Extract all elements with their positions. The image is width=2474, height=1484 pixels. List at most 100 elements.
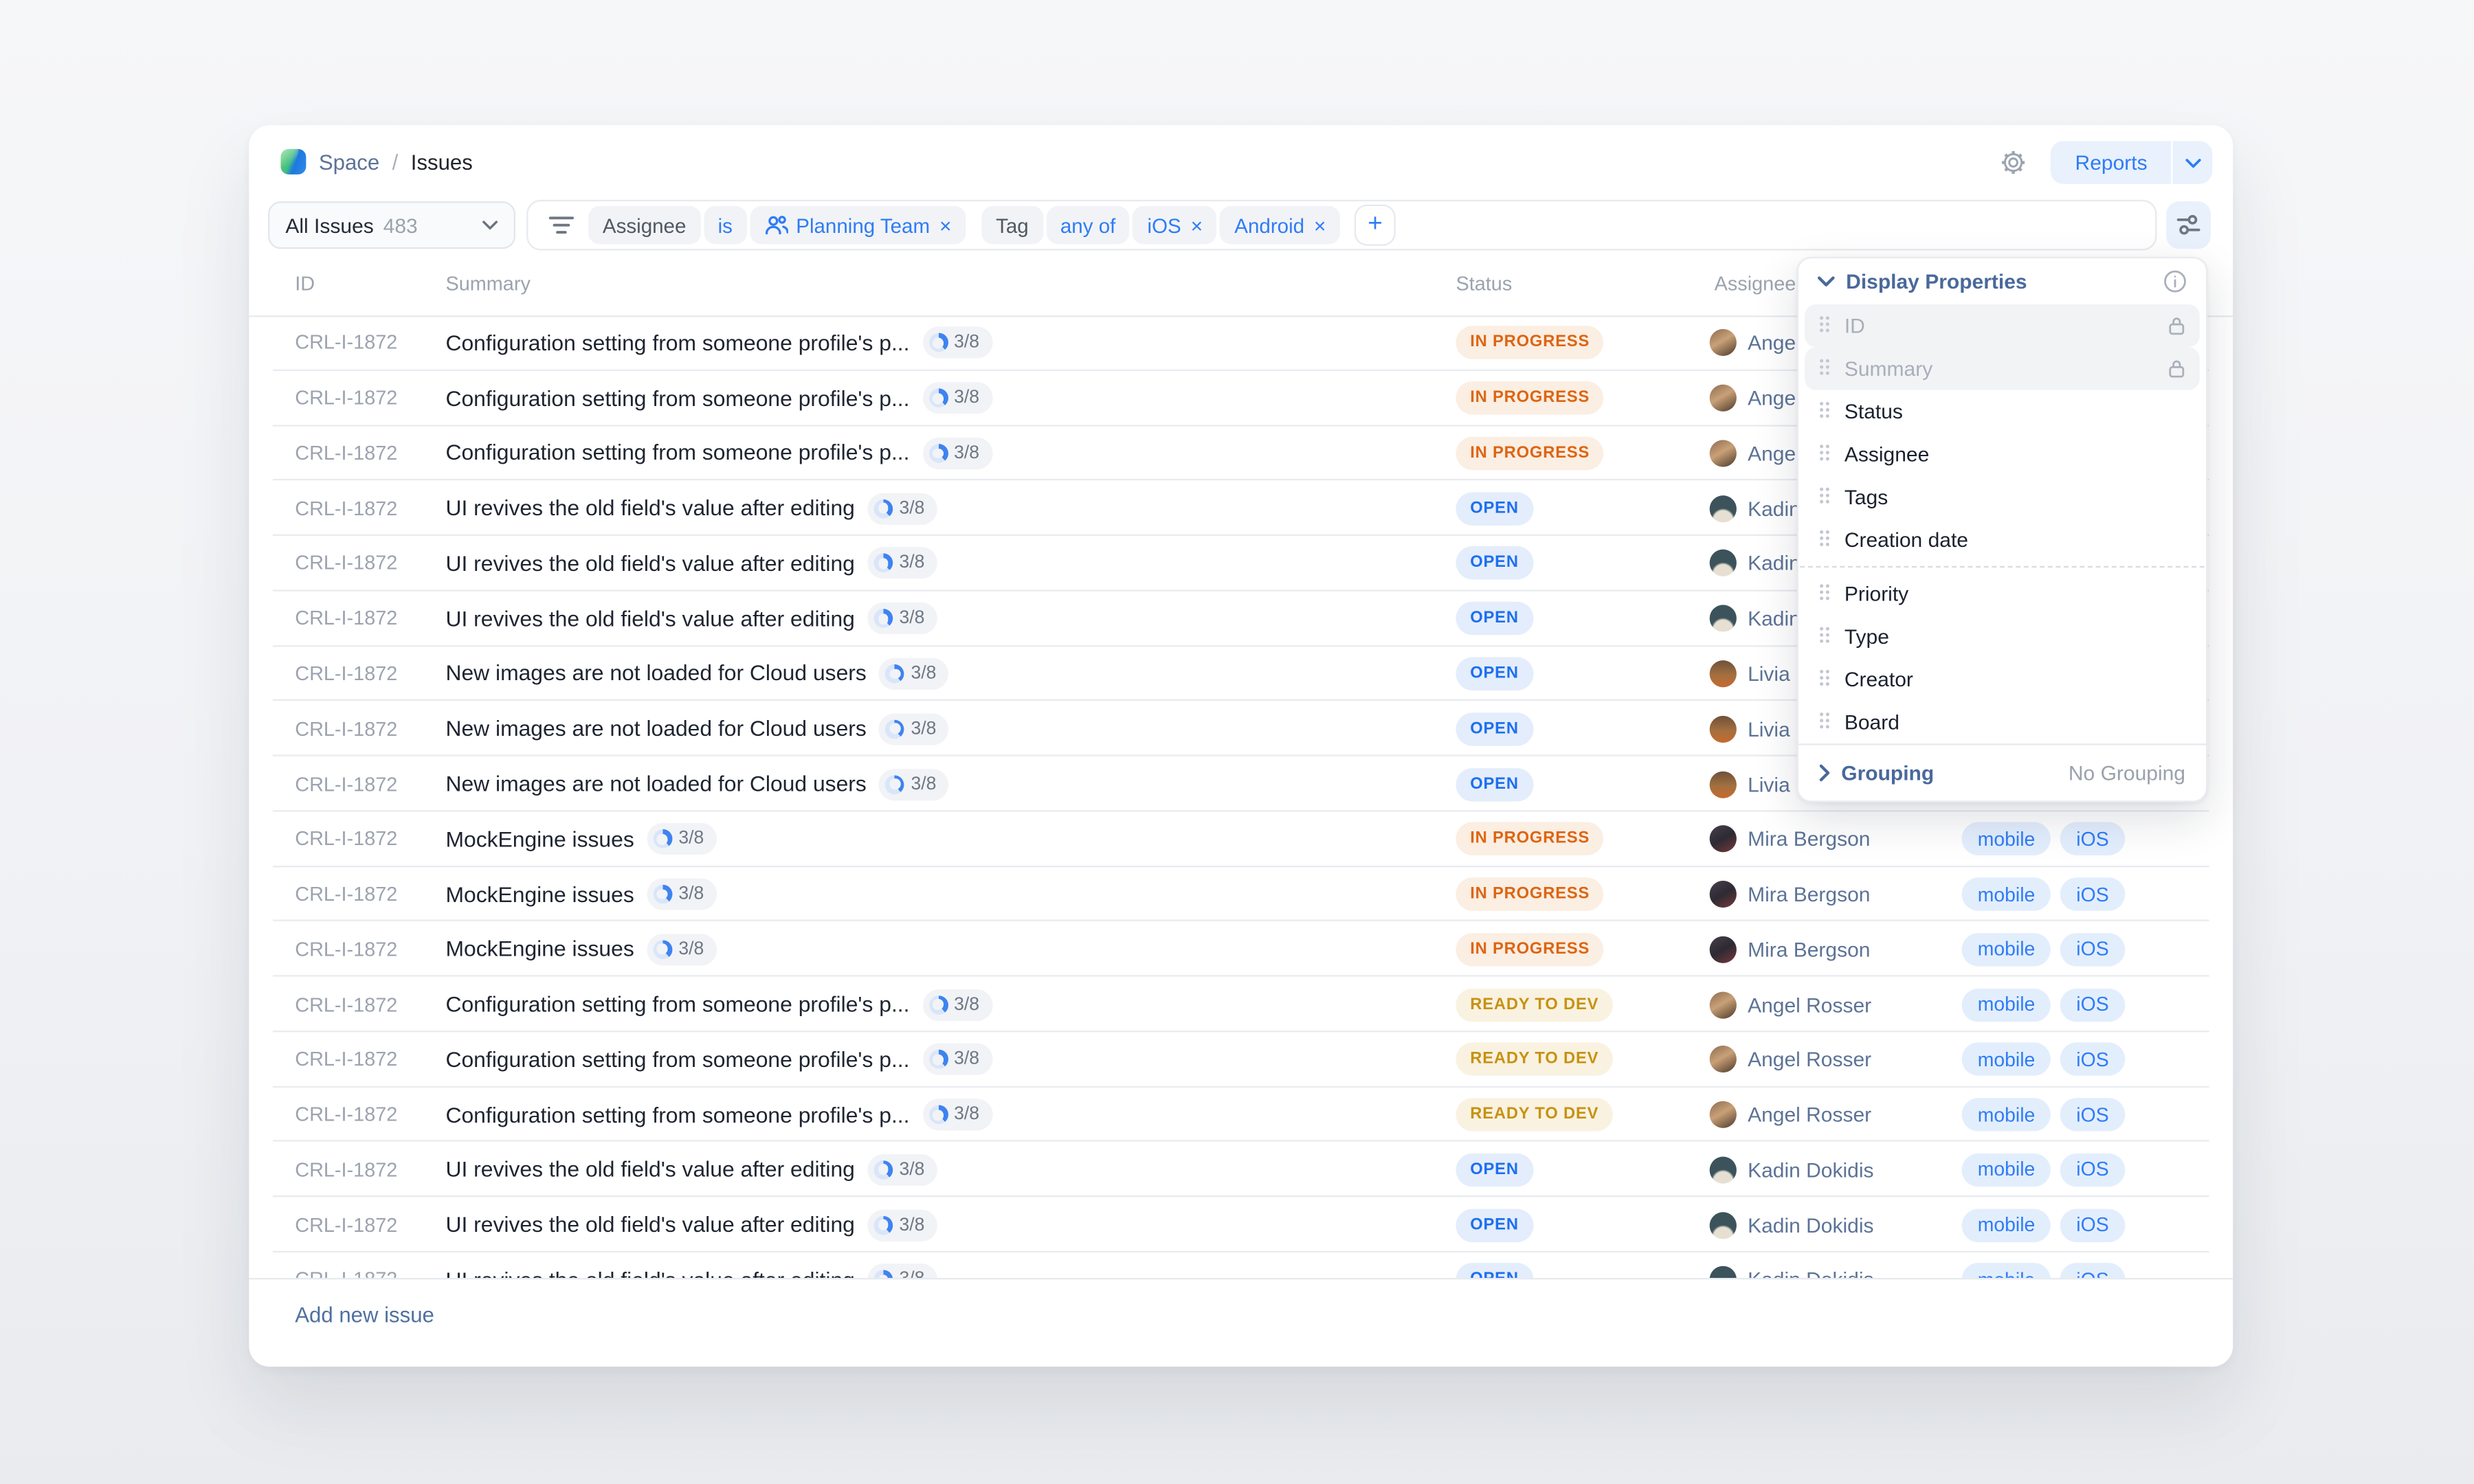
display-property-creator[interactable]: Creator: [1798, 658, 2206, 701]
remove-filter-icon[interactable]: ×: [939, 213, 952, 237]
filter-field-chip[interactable]: Tag: [981, 206, 1043, 244]
table-row[interactable]: CRL-I-1872 UI revives the old field's va…: [249, 1252, 2233, 1278]
tag-pill[interactable]: iOS: [2060, 1154, 2124, 1187]
assignee-cell[interactable]: Mira Bergson: [1710, 936, 1871, 963]
drag-handle-icon[interactable]: [1819, 526, 1830, 554]
tag-pill[interactable]: mobile: [1962, 988, 2051, 1021]
tag-pill[interactable]: mobile: [1962, 822, 2051, 855]
add-filter-button[interactable]: +: [1355, 205, 1396, 246]
drag-handle-icon[interactable]: [1819, 665, 1830, 694]
tag-pill[interactable]: iOS: [2060, 1208, 2124, 1241]
view-select[interactable]: All Issues 483: [268, 201, 515, 249]
table-row[interactable]: CRL-I-1872 Configuration setting from so…: [249, 1032, 2233, 1087]
drag-handle-icon[interactable]: [1819, 622, 1830, 651]
tag-pill[interactable]: mobile: [1962, 877, 2051, 910]
add-new-issue-link[interactable]: Add new issue: [295, 1303, 434, 1327]
table-row[interactable]: CRL-I-1872 Configuration setting from so…: [249, 977, 2233, 1032]
status-badge: OPEN: [1456, 602, 1533, 635]
display-property-tags[interactable]: Tags: [1798, 475, 2206, 518]
reports-button[interactable]: Reports: [2051, 141, 2171, 183]
table-row[interactable]: CRL-I-1872 MockEngine issues 3/8 IN PROG…: [249, 922, 2233, 977]
assignee-name: Angel Rosser: [1748, 1103, 1871, 1127]
status-badge: READY TO DEV: [1456, 988, 1613, 1021]
display-property-label: Creation date: [1845, 528, 1968, 552]
table-row[interactable]: CRL-I-1872 Configuration setting from so…: [249, 1087, 2233, 1142]
grouping-value: No Grouping: [2069, 761, 2185, 785]
table-row[interactable]: CRL-I-1872 MockEngine issues 3/8 IN PROG…: [249, 811, 2233, 866]
drag-handle-icon[interactable]: [1819, 708, 1830, 737]
drag-handle-icon[interactable]: [1819, 397, 1830, 426]
tag-pill[interactable]: mobile: [1962, 1098, 2051, 1131]
tag-pill[interactable]: iOS: [2060, 933, 2124, 966]
assignee-cell[interactable]: Angel Rosser: [1710, 991, 1871, 1018]
grouping-row[interactable]: Grouping No Grouping: [1798, 743, 2206, 800]
drag-handle-icon[interactable]: [1819, 440, 1830, 469]
view-select-count: 483: [383, 213, 418, 237]
avatar: [1710, 385, 1737, 412]
assignee-cell[interactable]: Kadin Dokidis: [1710, 1267, 1874, 1278]
assignee-cell[interactable]: Angel Rosser: [1710, 1101, 1871, 1128]
settings-gear-button[interactable]: [1994, 144, 2032, 181]
display-property-creation-date[interactable]: Creation date: [1798, 519, 2206, 561]
issue-summary: MockEngine issues 3/8: [445, 879, 716, 910]
breadcrumb-space[interactable]: Space: [319, 150, 379, 174]
view-options-button[interactable]: [2166, 201, 2211, 249]
drag-handle-icon[interactable]: [1819, 311, 1830, 340]
drag-handle-icon[interactable]: [1819, 355, 1830, 383]
display-property-type[interactable]: Type: [1798, 615, 2206, 657]
assignee-cell[interactable]: Angel Rosser: [1710, 1046, 1871, 1073]
chevron-down-icon[interactable]: [1818, 276, 1835, 287]
tag-pill[interactable]: iOS: [2060, 877, 2124, 910]
tag-pill[interactable]: iOS: [2060, 1043, 2124, 1076]
filter-value-chip[interactable]: Android×: [1221, 206, 1341, 244]
display-property-priority[interactable]: Priority: [1798, 572, 2206, 615]
tag-pill[interactable]: mobile: [1962, 1263, 2051, 1278]
display-property-label: Tags: [1845, 485, 1888, 509]
filter-value-chip[interactable]: iOS×: [1133, 206, 1217, 244]
display-property-status[interactable]: Status: [1798, 390, 2206, 433]
assignee-cell[interactable]: Kadin Dokidis: [1710, 1156, 1874, 1183]
tag-pill[interactable]: mobile: [1962, 933, 2051, 966]
assignee-cell[interactable]: Livia: [1710, 715, 1790, 742]
tag-pill[interactable]: mobile: [1962, 1043, 2051, 1076]
display-property-board[interactable]: Board: [1798, 701, 2206, 743]
tag-pill[interactable]: mobile: [1962, 1208, 2051, 1241]
issue-id: CRL-I-1872: [295, 718, 397, 740]
assignee-name: Mira Bergson: [1748, 938, 1870, 962]
progress-count: 3/8: [678, 830, 704, 849]
filter-field-chip[interactable]: Assignee: [588, 206, 700, 244]
progress-ring-icon: [874, 499, 893, 518]
filter-value-chip[interactable]: Planning Team×: [750, 206, 966, 244]
issue-summary: UI revives the old field's value after e…: [445, 603, 937, 634]
assignee-cell[interactable]: Livia: [1710, 660, 1790, 687]
drag-handle-icon[interactable]: [1819, 579, 1830, 608]
tag-pill[interactable]: iOS: [2060, 1098, 2124, 1131]
assignee-cell[interactable]: Livia: [1710, 771, 1790, 798]
assignee-cell[interactable]: Kadin Dokidis: [1710, 1211, 1874, 1238]
tags-cell: mobile iOS: [1962, 822, 2125, 855]
remove-filter-icon[interactable]: ×: [1314, 213, 1326, 237]
tag-pill[interactable]: iOS: [2060, 1263, 2124, 1278]
display-property-assignee[interactable]: Assignee: [1798, 433, 2206, 475]
status-badge: OPEN: [1456, 657, 1533, 690]
chevron-down-icon: [2185, 158, 2200, 168]
progress-ring-icon: [928, 1105, 948, 1125]
filter-operator-chip[interactable]: is: [704, 206, 747, 244]
filter-operator-chip[interactable]: any of: [1046, 206, 1130, 244]
assignee-cell[interactable]: Mira Bergson: [1710, 826, 1871, 853]
drag-handle-icon[interactable]: [1819, 483, 1830, 512]
table-row[interactable]: CRL-I-1872 UI revives the old field's va…: [249, 1143, 2233, 1198]
issue-summary-text: UI revives the old field's value after e…: [445, 552, 854, 576]
display-property-label: Assignee: [1845, 442, 1929, 466]
assignee-cell[interactable]: Mira Bergson: [1710, 881, 1871, 908]
filter-input[interactable]: Assigneeis Planning Team× Tagany ofiOS×An…: [526, 200, 2157, 251]
tag-pill[interactable]: iOS: [2060, 822, 2124, 855]
tag-pill[interactable]: mobile: [1962, 1154, 2051, 1187]
tag-pill[interactable]: iOS: [2060, 988, 2124, 1021]
reports-dropdown-button[interactable]: [2173, 141, 2213, 183]
info-icon[interactable]: [2163, 269, 2187, 293]
status-cell: OPEN: [1456, 547, 1533, 580]
table-row[interactable]: CRL-I-1872 UI revives the old field's va…: [249, 1198, 2233, 1252]
table-row[interactable]: CRL-I-1872 MockEngine issues 3/8 IN PROG…: [249, 867, 2233, 922]
remove-filter-icon[interactable]: ×: [1191, 213, 1203, 237]
